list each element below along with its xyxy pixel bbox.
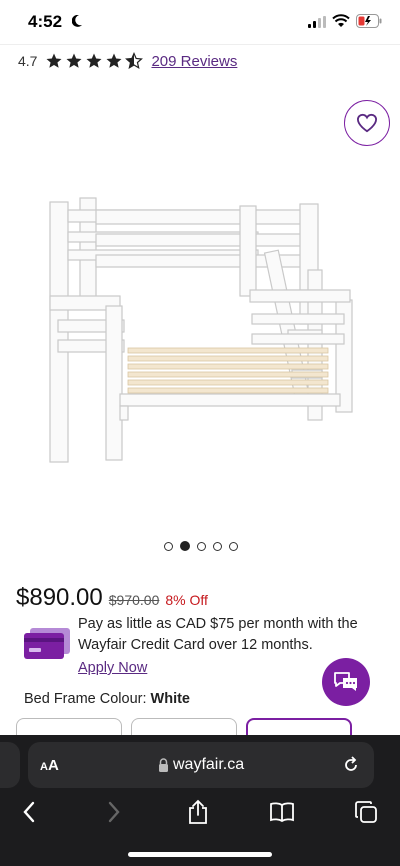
forward-button[interactable] xyxy=(98,796,130,828)
carousel-dot[interactable] xyxy=(197,541,206,551)
colour-value: White xyxy=(150,691,190,707)
signal-icon xyxy=(308,16,326,28)
half-star-icon xyxy=(125,52,144,69)
back-button[interactable] xyxy=(13,796,45,828)
heart-icon xyxy=(356,113,378,133)
share-icon xyxy=(189,799,207,824)
wifi-icon xyxy=(332,14,350,27)
credit-offer-text: Pay as little as CAD $75 per month with … xyxy=(78,616,358,653)
share-button[interactable] xyxy=(182,796,214,828)
favorite-button[interactable] xyxy=(344,100,390,146)
tabs-icon xyxy=(355,801,377,823)
carousel-dot-active[interactable] xyxy=(180,541,190,551)
star-icon xyxy=(46,53,62,68)
chat-button[interactable] xyxy=(322,658,370,706)
browser-nav-row xyxy=(0,796,400,828)
bookmarks-icon xyxy=(270,802,294,823)
image-carousel-dots[interactable] xyxy=(164,541,238,551)
colour-option-label: Bed Frame Colour: White xyxy=(24,691,190,707)
rating-value: 4.7 xyxy=(18,53,38,69)
star-icon xyxy=(66,53,82,68)
forward-icon xyxy=(108,801,120,823)
bookmarks-button[interactable] xyxy=(266,796,298,828)
carousel-dot[interactable] xyxy=(229,541,238,551)
star-rating xyxy=(45,52,144,70)
chat-icon xyxy=(334,672,357,691)
battery-icon xyxy=(356,14,382,28)
credit-card-icon xyxy=(24,628,70,659)
reviews-link[interactable]: 209 Reviews xyxy=(151,53,237,70)
tabs-button[interactable] xyxy=(350,796,382,828)
product-image[interactable] xyxy=(40,180,370,470)
carousel-dot[interactable] xyxy=(164,541,173,551)
home-indicator[interactable] xyxy=(128,852,272,857)
moon-icon xyxy=(72,15,82,27)
header-divider xyxy=(0,44,400,45)
lock-icon xyxy=(159,758,168,772)
status-time: 4:52 xyxy=(28,12,63,31)
price-current: $890.00 xyxy=(16,584,103,611)
colour-label: Bed Frame Colour: xyxy=(24,691,147,707)
reader-options-button[interactable]: AA xyxy=(40,757,59,774)
url-text[interactable]: wayfair.ca xyxy=(173,756,244,774)
previous-tab-stub[interactable] xyxy=(0,742,20,788)
status-bar: 4:52 xyxy=(0,0,400,44)
price-row: $890.00 $970.00 8% Off xyxy=(16,584,208,612)
apply-now-link[interactable]: Apply Now xyxy=(78,660,147,676)
star-icon xyxy=(106,53,122,68)
back-icon xyxy=(23,801,35,823)
star-icon xyxy=(86,53,102,68)
rating-row: 4.7 209 Reviews xyxy=(18,48,237,74)
carousel-dot[interactable] xyxy=(213,541,222,551)
reload-icon[interactable] xyxy=(342,756,360,774)
price-original: $970.00 xyxy=(108,592,160,608)
discount-badge: 8% Off xyxy=(165,592,208,608)
